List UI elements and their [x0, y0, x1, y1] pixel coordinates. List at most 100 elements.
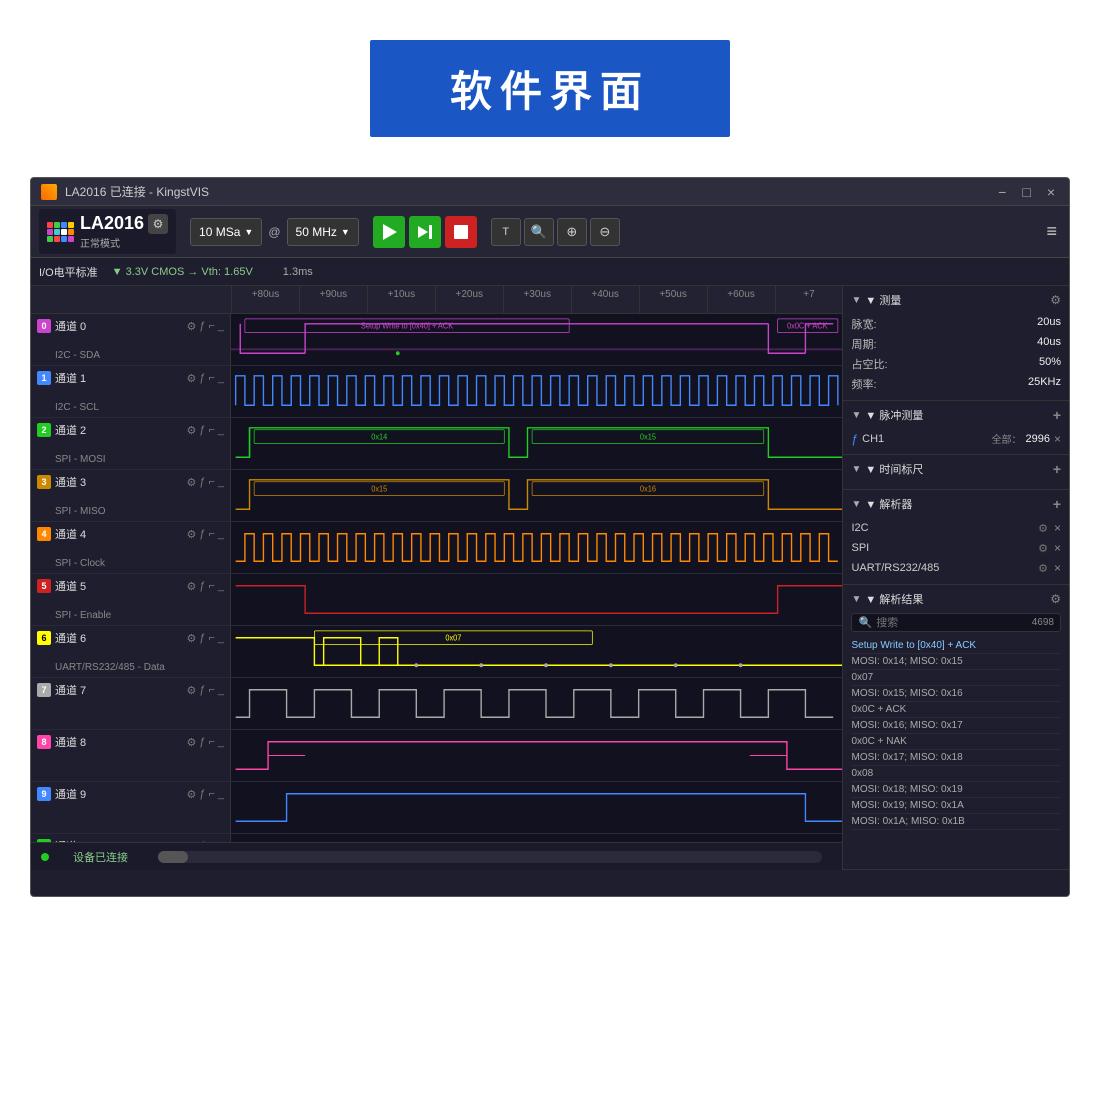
analyzer-i2c-gear-icon[interactable]: ⚙	[1038, 522, 1048, 535]
ch-gear-icon[interactable]: ⚙	[186, 372, 196, 385]
maximize-button[interactable]: □	[1018, 184, 1034, 200]
pulse-width-row: 脉宽: 20us	[851, 314, 1061, 334]
ch1-remove-button[interactable]: ×	[1054, 432, 1061, 446]
ch-gear-icon[interactable]: ⚙	[186, 528, 196, 541]
stop-button[interactable]	[445, 216, 477, 248]
result-item-7[interactable]: MOSI: 0x17; MISO: 0x18	[851, 750, 1061, 766]
play-button[interactable]	[373, 216, 405, 248]
results-section: ▼ ▼ 解析结果 ⚙ 🔍 4698 Setup Write to [0x40] …	[843, 585, 1069, 870]
ch-more-icon[interactable]: _	[218, 476, 224, 489]
result-item-5[interactable]: MOSI: 0x16; MISO: 0x17	[851, 718, 1061, 734]
analyzer-spi-gear-icon[interactable]: ⚙	[1038, 542, 1048, 555]
zoom-fit-button[interactable]: 🔍	[524, 218, 554, 246]
ch-top-5: 5 通道 5 ⚙ ƒ ⌐ _	[37, 578, 224, 594]
freq-dropdown[interactable]: 50 MHz ▼	[287, 218, 359, 246]
time-mark: +80us	[231, 286, 299, 314]
pulse-meas-add-icon[interactable]: +	[1053, 407, 1061, 423]
logo-grid	[47, 222, 74, 242]
zoom-out-button[interactable]: ⊖	[590, 218, 620, 246]
result-item-1[interactable]: MOSI: 0x14; MISO: 0x15	[851, 654, 1061, 670]
close-button[interactable]: ×	[1043, 184, 1059, 200]
result-item-3[interactable]: MOSI: 0x15; MISO: 0x16	[851, 686, 1061, 702]
ch-gear-icon[interactable]: ⚙	[186, 424, 196, 437]
ch-trigger-icon[interactable]: ⌐	[208, 788, 214, 801]
status-dot	[41, 853, 49, 861]
result-item-2[interactable]: 0x07	[851, 670, 1061, 686]
results-gear-icon[interactable]: ⚙	[1050, 592, 1061, 606]
ch-trigger-icon[interactable]: ⌐	[208, 372, 214, 385]
triangle-icon: ▼	[851, 499, 861, 510]
zoom-in-button[interactable]: ⊕	[557, 218, 587, 246]
measurement-header[interactable]: ▼ ▼ 测量 ⚙	[851, 292, 1061, 308]
duty-value: 50%	[1039, 356, 1061, 372]
ch-gear-icon[interactable]: ⚙	[186, 632, 196, 645]
ch-wave-icon[interactable]: ƒ	[199, 424, 205, 437]
result-item-8[interactable]: 0x08	[851, 766, 1061, 782]
ch-gear-icon[interactable]: ⚙	[186, 684, 196, 697]
analyzer-uart-gear-icon[interactable]: ⚙	[1038, 562, 1048, 575]
channel-header-3: 3 通道 3 ⚙ ƒ ⌐ _ SPI - MISO	[31, 470, 231, 521]
result-item-4[interactable]: 0x0C + ACK	[851, 702, 1061, 718]
ch-wave-icon[interactable]: ƒ	[199, 788, 205, 801]
channel-row-10: 10 通道 10 ⚙ ƒ ⌐ _	[31, 834, 842, 842]
ch-wave-icon[interactable]: ƒ	[199, 476, 205, 489]
ch-trigger-icon[interactable]: ⌐	[208, 424, 214, 437]
ch-wave-icon[interactable]: ƒ	[199, 684, 205, 697]
minimize-button[interactable]: −	[994, 184, 1010, 200]
measurement-gear-icon[interactable]: ⚙	[1050, 293, 1061, 307]
ch-icons-4: ⚙ ƒ ⌐ _	[186, 528, 224, 541]
trigger-button[interactable]: T	[491, 218, 521, 246]
ch-gear-icon[interactable]: ⚙	[186, 580, 196, 593]
time-ruler-add-icon[interactable]: +	[1053, 461, 1061, 477]
ch-gear-icon[interactable]: ⚙	[186, 788, 196, 801]
sample-rate-dropdown[interactable]: 10 MSa ▼	[190, 218, 262, 246]
ch-num-8: 8	[37, 735, 51, 749]
analyzer-header[interactable]: ▼ ▼ 解析器 +	[851, 496, 1061, 512]
ch-trigger-icon[interactable]: ⌐	[208, 320, 214, 333]
ch-trigger-icon[interactable]: ⌐	[208, 580, 214, 593]
ch-wave-icon[interactable]: ƒ	[199, 580, 205, 593]
ch-more-icon[interactable]: _	[218, 424, 224, 437]
ch-wave-icon[interactable]: ƒ	[199, 632, 205, 645]
analyzer-i2c-remove-button[interactable]: ×	[1054, 521, 1061, 535]
search-input[interactable]	[876, 617, 1032, 629]
ch-gear-icon[interactable]: ⚙	[186, 476, 196, 489]
result-item-10[interactable]: MOSI: 0x19; MISO: 0x1A	[851, 798, 1061, 814]
single-button[interactable]	[409, 216, 441, 248]
ch-trigger-icon[interactable]: ⌐	[208, 684, 214, 697]
ch-trigger-icon[interactable]: ⌐	[208, 528, 214, 541]
analyzer-add-icon[interactable]: +	[1053, 496, 1061, 512]
time-ruler-header[interactable]: ▼ ▼ 时间标尺 +	[851, 461, 1061, 477]
ch-more-icon[interactable]: _	[218, 528, 224, 541]
result-item-11[interactable]: MOSI: 0x1A; MISO: 0x1B	[851, 814, 1061, 830]
settings-button[interactable]: ⚙	[148, 214, 168, 234]
ch-more-icon[interactable]: _	[218, 372, 224, 385]
ch-trigger-icon[interactable]: ⌐	[208, 476, 214, 489]
ch-wave-icon[interactable]: ƒ	[199, 528, 205, 541]
analyzer-uart-remove-button[interactable]: ×	[1054, 561, 1061, 575]
ch-icons-9: ⚙ ƒ ⌐ _	[186, 788, 224, 801]
ch-more-icon[interactable]: _	[218, 320, 224, 333]
ch-wave-icon[interactable]: ƒ	[199, 320, 205, 333]
channel-row-5: 5 通道 5 ⚙ ƒ ⌐ _ SPI - Enable	[31, 574, 842, 626]
ch-gear-icon[interactable]: ⚙	[186, 320, 196, 333]
menu-icon[interactable]: ≡	[1042, 217, 1061, 246]
ch-trigger-icon[interactable]: ⌐	[208, 632, 214, 645]
ch-wave-icon[interactable]: ƒ	[199, 736, 205, 749]
result-item-0[interactable]: Setup Write to [0x40] + ACK	[851, 638, 1061, 654]
results-header[interactable]: ▼ ▼ 解析结果 ⚙	[851, 591, 1061, 607]
ch-gear-icon[interactable]: ⚙	[186, 736, 196, 749]
analyzer-uart-label: UART/RS232/485	[851, 562, 1038, 574]
ch-more-icon[interactable]: _	[218, 632, 224, 645]
result-item-6[interactable]: 0x0C + NAK	[851, 734, 1061, 750]
ch-more-icon[interactable]: _	[218, 684, 224, 697]
ch-wave-icon[interactable]: ƒ	[199, 372, 205, 385]
ch-more-icon[interactable]: _	[218, 736, 224, 749]
analyzer-spi-remove-button[interactable]: ×	[1054, 541, 1061, 555]
ch-trigger-icon[interactable]: ⌐	[208, 736, 214, 749]
result-item-9[interactable]: MOSI: 0x18; MISO: 0x19	[851, 782, 1061, 798]
ch-more-icon[interactable]: _	[218, 580, 224, 593]
horizontal-scrollbar[interactable]	[158, 851, 822, 863]
pulse-meas-header[interactable]: ▼ ▼ 脉冲测量 +	[851, 407, 1061, 423]
ch-more-icon[interactable]: _	[218, 788, 224, 801]
